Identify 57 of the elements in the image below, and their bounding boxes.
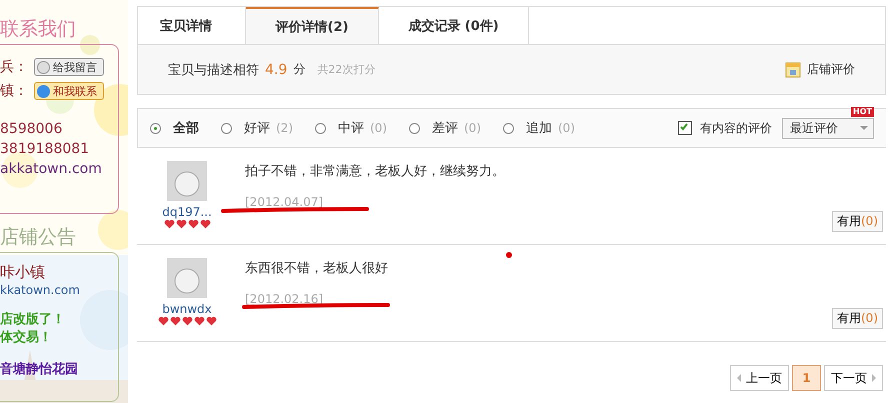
notice-text: kkatown.com [0,282,81,299]
filter-radio[interactable]: 好评 (2) [221,119,293,137]
avatar [167,161,207,201]
calendar-icon [785,62,801,78]
heart-icon [170,316,180,326]
check-icon [679,122,689,132]
heart-icon [206,316,216,326]
username[interactable]: dq197... [162,205,212,219]
notice-text: 店改版了！ [0,311,66,329]
section-heading: 店铺公告 [0,225,77,250]
shop-rating-link[interactable]: 店铺评价 [807,61,855,78]
checkbox-label: 有内容的评价 [700,120,772,136]
radio-icon[interactable] [221,122,232,134]
heart-icon [164,219,174,229]
contact-label: 镇： [0,82,28,100]
tab[interactable]: 评价详情(2) [246,7,379,44]
radio-icon[interactable] [315,122,326,134]
score-unit: 分 [293,61,306,78]
heart-icon [176,219,186,229]
next-page-button[interactable]: 下一页 [824,365,883,391]
rating-count: 共22次打分 [317,62,376,77]
contact-info: 3819188081 [0,140,90,159]
contact-button[interactable]: 和我联系 [34,82,104,100]
contact-button[interactable]: 给我留言 [34,58,104,76]
filter-radio[interactable]: 中评 (0) [315,119,387,137]
score-label: 宝贝与描述相符 [168,62,259,78]
avatar [167,258,207,298]
contact-label: 兵： [0,58,28,76]
previous-page-button[interactable]: 上一页 [730,365,789,391]
useful-button[interactable]: 有用(0) [832,211,883,232]
review-text: 东西很不错，老板人很好 [245,260,389,277]
heart-icon [194,316,204,326]
heart-icon [182,316,192,326]
review-date: [2012.04.07] [245,195,324,209]
hot-badge: HOT [851,106,874,116]
heart-icon [188,219,198,229]
review-date: [2012.02.16] [245,292,324,306]
filter-radio[interactable]: 全部 [150,119,199,137]
useful-button[interactable]: 有用(0) [832,308,883,329]
radio-icon[interactable] [150,122,161,134]
notice-text: 咔小镇 [0,263,46,281]
notice-text: 音塘静怡花园 [0,361,79,379]
radio-icon[interactable] [503,122,514,134]
username[interactable]: bwnwdx [162,302,212,316]
heart-icon [200,219,210,229]
section-heading: 联系我们 [0,17,77,42]
filter-radio[interactable]: 追加 (0) [503,119,575,137]
notice-text: 体交易！ [0,329,53,347]
review-text: 拍子不错，非常满意，老板人好，继续努力。 [245,163,506,180]
radio-icon[interactable] [409,122,420,134]
contact-info: 8598006 [0,120,64,139]
score-value: 4.9 [265,62,288,78]
contact-info: akkatown.com [0,160,103,179]
heart-icon [158,316,168,326]
checkbox[interactable] [678,121,692,135]
filter-radio[interactable]: 差评 (0) [409,119,481,137]
marker-dot [506,252,512,258]
